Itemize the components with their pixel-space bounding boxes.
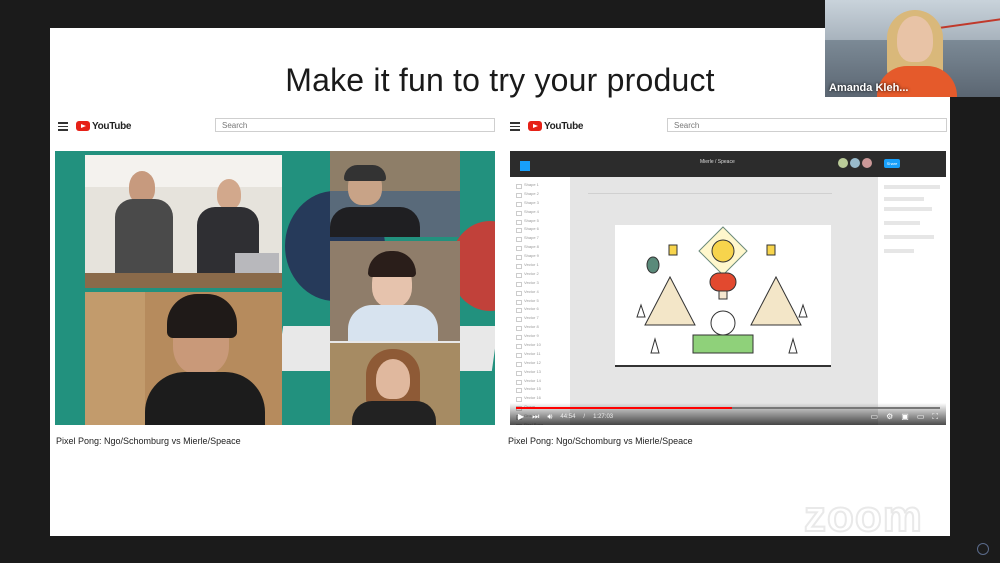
settings-icon[interactable]: ⚙ (886, 413, 893, 421)
figma-layer-item[interactable]: Vector 15 (510, 385, 570, 394)
avatar (862, 158, 872, 168)
video-current-time: 44:54 (560, 414, 576, 420)
next-icon[interactable]: ⏭ (532, 413, 539, 421)
participant-face (897, 16, 933, 62)
figma-layer-item[interactable]: Vector 6 (510, 305, 570, 314)
figma-menu-icon (520, 161, 530, 171)
youtube-header: YouTube Search (507, 116, 950, 136)
sun-icon (711, 239, 735, 263)
coin-icon (766, 244, 776, 256)
youtube-brand-label: YouTube (544, 120, 584, 132)
coin-icon (668, 244, 678, 256)
video-player-left (55, 151, 495, 425)
participant-video-tile (85, 155, 282, 288)
character-face (710, 310, 736, 336)
figma-layer-item[interactable]: Vector 10 (510, 341, 570, 350)
mountain-left (644, 275, 696, 326)
figma-layer-item[interactable]: Shape 1 (510, 181, 570, 190)
tree-icon (798, 303, 808, 318)
presentation-slide: Make it fun to try your product YouTube … (50, 28, 950, 536)
figma-layer-item[interactable]: Vector 3 (510, 279, 570, 288)
tree-icon (788, 337, 798, 354)
video-progress-bar[interactable] (516, 407, 940, 409)
figma-layer-item[interactable]: Shape 2 (510, 190, 570, 199)
youtube-header: YouTube Search (55, 116, 500, 136)
video-player-right: Mierle / Speace Share Shape 1 Shape 2 Shap… (510, 151, 946, 425)
figma-layer-item[interactable]: Vector 12 (510, 359, 570, 368)
figma-toolbar: Mierle / Speace Share (510, 151, 946, 177)
participant-name: Amanda Kleh... (829, 82, 909, 94)
menu-icon (510, 122, 520, 131)
person-head (217, 179, 241, 209)
play-icon[interactable]: ▶ (518, 413, 524, 421)
participant-video-tile (330, 151, 460, 237)
pixel-pong-artboard (615, 225, 831, 367)
figma-layer-item[interactable]: Vector 16 (510, 394, 570, 403)
figma-layer-item[interactable]: Shape 7 (510, 234, 570, 243)
figma-layer-item[interactable]: Vector 14 (510, 377, 570, 386)
figma-layer-item[interactable]: Vector 13 (510, 368, 570, 377)
figma-layer-item[interactable]: Shape 3 (510, 199, 570, 208)
recording-indicator-icon (977, 543, 989, 555)
mushroom-icon (709, 272, 737, 292)
tree-icon (650, 337, 660, 354)
figma-share-button: Share (884, 159, 900, 168)
figma-layer-item[interactable]: Vector 8 (510, 323, 570, 332)
avatar (838, 158, 848, 168)
youtube-screenshot-left: YouTube Search Pixel Pong: Ngo/Schomburg… (55, 116, 500, 476)
search-input: Search (215, 118, 495, 132)
figma-layer-item[interactable]: Vector 7 (510, 314, 570, 323)
menu-icon (58, 122, 68, 131)
figma-layer-item[interactable]: Vector 9 (510, 332, 570, 341)
video-caption: Pixel Pong: Ngo/Schomburg vs Mierle/Spea… (508, 436, 693, 446)
miniplayer-icon[interactable]: ▣ (901, 413, 909, 421)
volume-icon[interactable]: 🔊︎ (547, 413, 552, 421)
podium (692, 334, 754, 354)
figma-canvas (570, 177, 878, 425)
figma-layers-panel: Shape 1 Shape 2 Shape 3 Shape 4 Shape 5 Shape… (510, 177, 570, 425)
tree-icon (636, 303, 646, 318)
figma-layer-item[interactable]: Vector 4 (510, 288, 570, 297)
youtube-logo: YouTube (528, 120, 584, 132)
youtube-logo: YouTube (76, 120, 132, 132)
figma-layer-item[interactable]: Vector 5 (510, 297, 570, 306)
youtube-play-icon (528, 121, 542, 131)
pixel-pong-illustration (636, 226, 808, 354)
figma-layer-item[interactable]: Vector 1 (510, 261, 570, 270)
figma-file-title: Mierle / Speace (700, 159, 735, 165)
figma-layer-item[interactable]: Vector 11 (510, 350, 570, 359)
figma-layer-item[interactable]: Vector 2 (510, 270, 570, 279)
zoom-watermark: zoom (803, 491, 923, 542)
youtube-screenshot-right: YouTube Search Mierle / Speace Share Sha… (507, 116, 950, 476)
video-progress-fill (516, 407, 733, 409)
figma-properties-panel (878, 177, 946, 425)
figma-layer-item[interactable]: Shape 8 (510, 243, 570, 252)
slide-title: Make it fun to try your product (285, 62, 715, 98)
video-caption: Pixel Pong: Ngo/Schomburg vs Mierle/Spea… (56, 436, 241, 446)
youtube-brand-label: YouTube (92, 120, 132, 132)
fullscreen-icon[interactable]: ⛶ (932, 413, 938, 421)
captions-icon[interactable]: ▭ (871, 413, 879, 421)
figma-layer-item[interactable]: Shape 9 (510, 252, 570, 261)
youtube-play-icon (76, 121, 90, 131)
egg-icon (646, 256, 660, 274)
search-input: Search (667, 118, 947, 132)
figma-layer-item[interactable]: Shape 4 (510, 208, 570, 217)
theater-icon[interactable]: ▭ (917, 413, 925, 421)
participant-video[interactable]: Amanda Kleh... (825, 0, 1000, 97)
avatar (850, 158, 860, 168)
participant-video-tile (85, 292, 282, 425)
figma-layer-item[interactable]: Shape 6 (510, 225, 570, 234)
participant-video-tile (330, 241, 460, 341)
video-time-separator: / (583, 414, 586, 420)
video-controls: ▶ ⏭ 🔊︎ 44:54 / 1:27:03 ▭ ⚙ ▣ ▭ ⛶ (510, 403, 946, 425)
video-duration: 1:27:03 (593, 414, 614, 420)
figma-layer-item[interactable]: Shape 5 (510, 217, 570, 226)
participant-video-tile (330, 343, 460, 425)
mountain-right (750, 275, 802, 326)
